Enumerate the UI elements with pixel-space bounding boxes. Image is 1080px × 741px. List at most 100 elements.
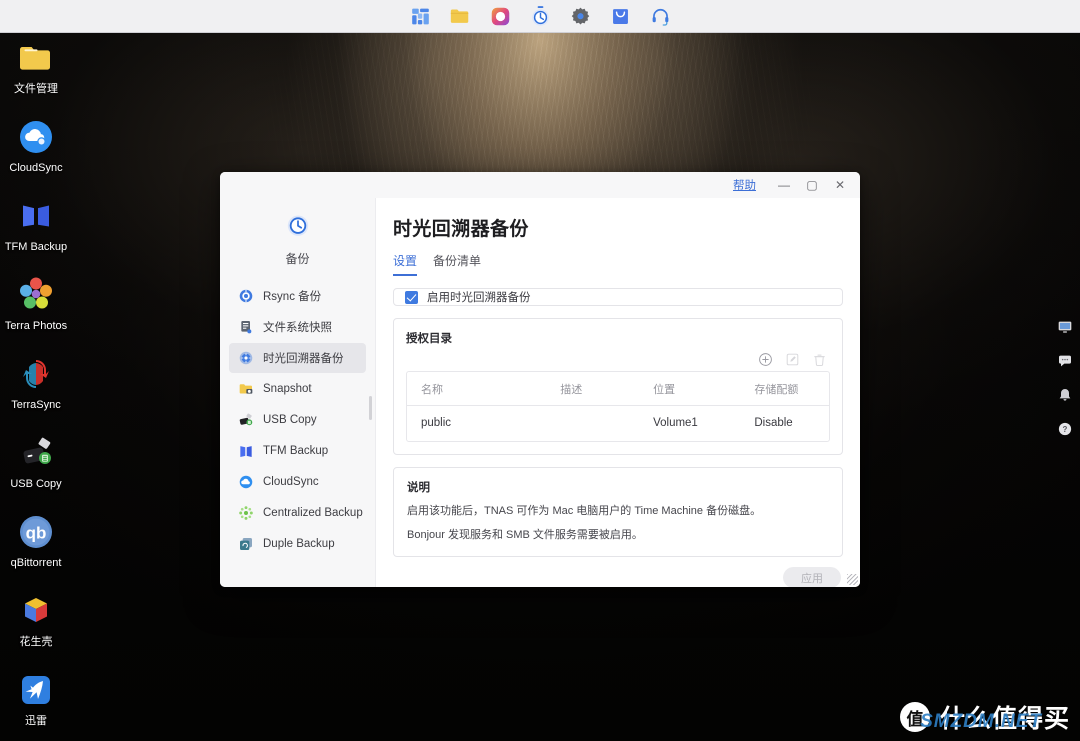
column-header-quota: 存储配额 [740, 372, 829, 406]
desktop-icon-terrasync[interactable]: TerraSync [0, 352, 72, 414]
sidebar-item-label: Duple Backup [263, 538, 335, 550]
sidebar-item-cloudsync[interactable]: CloudSync [229, 467, 366, 497]
desktop-icon-label: CloudSync [9, 162, 63, 174]
desktop-icon-label: USB Copy [10, 478, 62, 490]
taskbar-backup-icon[interactable] [527, 3, 553, 29]
apply-button[interactable]: 应用 [783, 567, 841, 587]
cloudsync-icon [237, 474, 254, 491]
time-machine-icon [237, 350, 254, 367]
desktop-icon-label: Terra Photos [4, 320, 68, 332]
window-resize-grip[interactable] [847, 574, 858, 585]
thunder-xunlei-icon [16, 670, 56, 710]
desktop-icon-label: TFM Backup [4, 241, 68, 253]
desktop-icon-qbittorrent[interactable]: qb qBittorrent [0, 510, 72, 572]
top-taskbar [0, 0, 1080, 33]
tfm-backup-icon [237, 443, 254, 460]
taskbar-icon-group [407, 3, 673, 29]
window-footer: 应用 [393, 557, 843, 587]
cell-name: public [421, 417, 452, 429]
sidebar-item-usb-copy[interactable]: USB Copy [229, 405, 366, 435]
minimize-button[interactable]: — [770, 174, 798, 196]
cell-location: Volume1 [653, 417, 698, 429]
tab-settings[interactable]: 设置 [393, 252, 418, 276]
sidebar-header: 备份 [220, 204, 375, 281]
sidebar-item-label: Rsync 备份 [263, 291, 322, 303]
sidebar-item-time-machine-backup[interactable]: 时光回溯器备份 [229, 343, 366, 373]
duple-backup-icon [237, 536, 254, 553]
desktop-icon-file-manager[interactable]: 文件管理 [0, 36, 72, 98]
tab-bar: 设置 备份清单 [393, 252, 843, 276]
add-directory-button[interactable] [758, 352, 773, 367]
svg-text:?: ? [1063, 425, 1068, 434]
oray-peanut-shell-icon [16, 591, 56, 631]
desktop-icon-tfm-backup[interactable]: TFM Backup [0, 194, 72, 256]
close-button[interactable]: ✕ [826, 174, 854, 196]
desktop-icon-terra-photos[interactable]: Terra Photos [0, 273, 72, 335]
sidebar-item-rsync-backup[interactable]: Rsync 备份 [229, 281, 366, 311]
desktop-icon-column: 文件管理 CloudSync TFM Backup Terra Photos T… [0, 36, 72, 730]
taskbar-control-panel-icon[interactable] [487, 3, 513, 29]
sidebar-item-label: TFM Backup [263, 445, 329, 457]
svg-text:qb: qb [26, 524, 47, 543]
sidebar-item-snapshot[interactable]: Snapshot [229, 374, 366, 404]
help-question-icon[interactable]: ? [1056, 420, 1074, 438]
desktop-icon-usb-copy[interactable]: USB Copy [0, 431, 72, 493]
desktop-screen: 文件管理 CloudSync TFM Backup Terra Photos T… [0, 0, 1080, 741]
side-tool-column: ? [1054, 318, 1076, 438]
cell-desc [546, 406, 639, 442]
enable-time-machine-row: 启用时光回溯器备份 [393, 288, 843, 306]
sidebar-item-label: 文件系统快照 [263, 322, 332, 334]
terra-photos-icon [16, 275, 56, 315]
usb-copy-icon [237, 412, 254, 429]
description-line-1: 启用该功能后，TNAS 可作为 Mac 电脑用户的 Time Machine 备… [407, 505, 762, 517]
taskbar-file-manager-icon[interactable] [447, 3, 473, 29]
desktop-icon-cloudsync[interactable]: CloudSync [0, 115, 72, 177]
delete-directory-button[interactable] [812, 352, 827, 367]
desktop-icon-peanut-shell[interactable]: 花生壳 [0, 589, 72, 651]
description-title: 说明 [407, 482, 430, 494]
desktop-icon-xunlei[interactable]: 迅雷 [0, 668, 72, 730]
desktop-icon-label: 文件管理 [14, 83, 58, 95]
sidebar-item-label: CloudSync [263, 476, 319, 488]
authorized-directories-title: 授权目录 [406, 333, 452, 345]
sidebar-item-label: Snapshot [263, 383, 312, 395]
column-header-desc: 描述 [546, 372, 640, 406]
sidebar-item-duple-backup[interactable]: Duple Backup [229, 529, 366, 559]
sidebar-item-tfm-backup[interactable]: TFM Backup [229, 436, 366, 466]
page-title: 时光回溯器备份 [393, 219, 529, 240]
tab-backup-list[interactable]: 备份清单 [433, 252, 481, 276]
tfm-backup-icon [16, 196, 56, 236]
desktop-icon-label: 迅雷 [25, 715, 47, 727]
window-titlebar[interactable]: 帮助 — ▢ ✕ [220, 172, 860, 198]
centralized-backup-icon [237, 505, 254, 522]
desktop-icon-label: TerraSync [11, 399, 61, 411]
sidebar-item-filesystem-snapshot[interactable]: 文件系统快照 [229, 312, 366, 342]
enable-time-machine-checkbox[interactable] [405, 290, 418, 304]
table-row[interactable]: public Volume1 Disable [407, 406, 829, 442]
usb-copy-icon [16, 433, 56, 473]
snapshot-folder-icon [237, 381, 254, 398]
sidebar-item-label: 时光回溯器备份 [263, 353, 344, 365]
desktop-icon-label: 花生壳 [19, 636, 53, 648]
taskbar-support-headset-icon[interactable] [647, 3, 673, 29]
taskbar-app-launcher-icon[interactable] [407, 3, 433, 29]
cell-quota: Disable [754, 417, 793, 429]
notification-bell-icon[interactable] [1056, 386, 1074, 404]
column-header-name: 名称 [407, 372, 547, 406]
sidebar-item-centralized-backup[interactable]: Centralized Backup [229, 498, 366, 528]
window-content: 时光回溯器备份 设置 备份清单 启用时光回溯器备份 授权目录 名称 描述 位置 … [376, 198, 860, 587]
edit-directory-button[interactable] [785, 352, 800, 367]
sidebar-scrollbar-thumb[interactable] [369, 396, 372, 420]
taskbar-settings-gear-icon[interactable] [567, 3, 593, 29]
window-sidebar: 备份 Rsync 备份 文件系统快照 时光回溯器备份 Snapshot USB … [220, 198, 376, 587]
maximize-button[interactable]: ▢ [798, 174, 826, 196]
enable-time-machine-label: 启用时光回溯器备份 [427, 292, 531, 304]
directory-action-bar [406, 352, 827, 367]
taskbar-download-icon[interactable] [607, 3, 633, 29]
remote-desktop-icon[interactable] [1056, 318, 1074, 336]
chat-bubble-icon[interactable] [1056, 352, 1074, 370]
help-link[interactable]: 帮助 [733, 177, 756, 193]
authorized-directories-table-wrapper: 名称 描述 位置 存储配额 public Volume1 Disable [406, 371, 830, 442]
sidebar-item-label: Centralized Backup [263, 507, 363, 519]
time-machine-backup-window: 帮助 — ▢ ✕ 备份 Rsync 备份 文件系统快照 时光回溯器备份 Snap… [220, 172, 860, 587]
